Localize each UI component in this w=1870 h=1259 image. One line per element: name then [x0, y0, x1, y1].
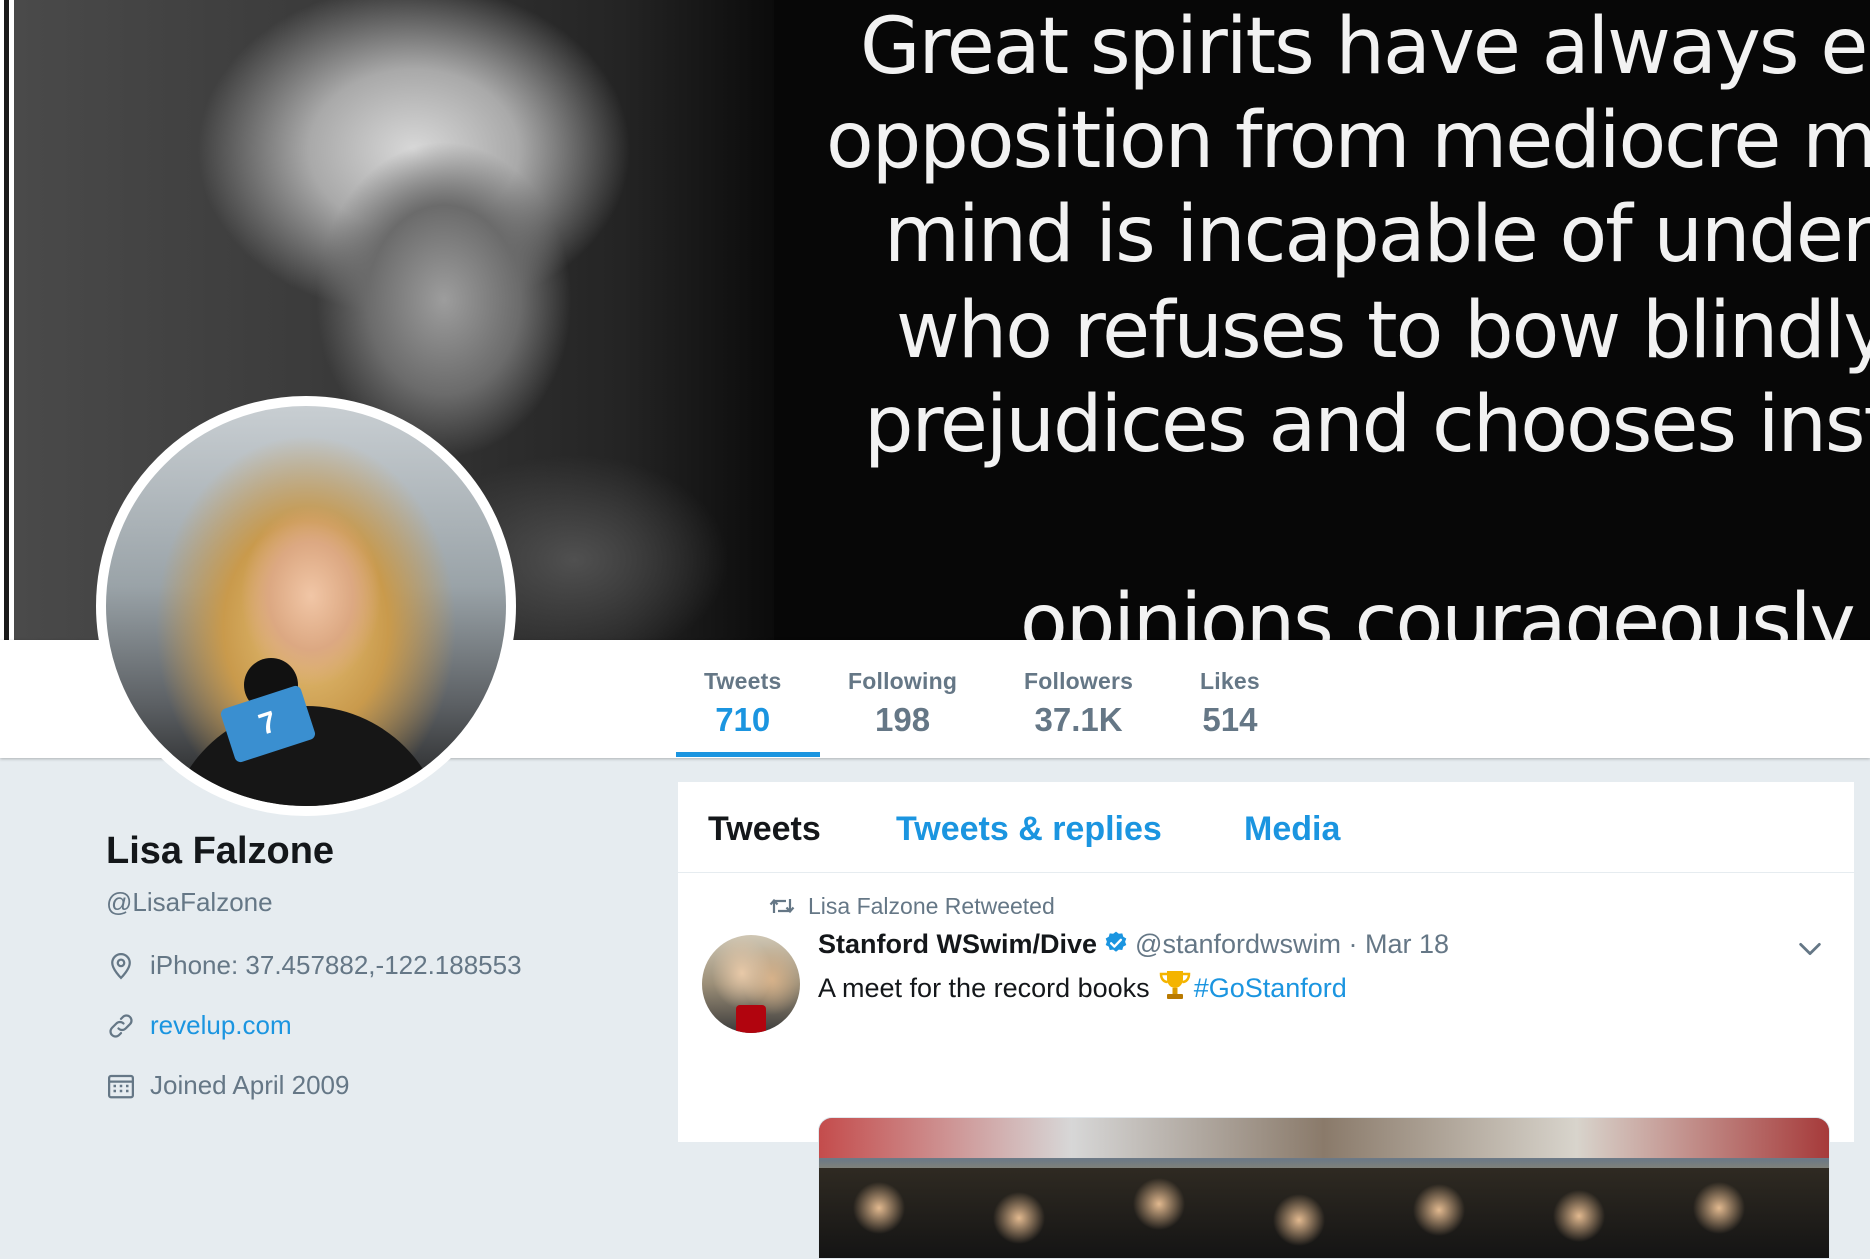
banner-quote-line: mind is incapable of underst	[884, 190, 1870, 280]
tweet-header: Stanford WSwim/Dive @stanfordwswim · Mar…	[818, 929, 1449, 960]
profile-joined: Joined April 2009	[106, 1068, 626, 1102]
profile-handle[interactable]: @LisaFalzone	[106, 887, 626, 918]
tweet-separator: ·	[1348, 929, 1358, 959]
profile-website-link[interactable]: revelup.com	[150, 1010, 292, 1040]
tweet-text: A meet for the record books #GoStanford	[818, 969, 1347, 1004]
profile-website: revelup.com	[106, 1008, 626, 1042]
location-pin-icon	[111, 952, 131, 980]
chevron-down-icon[interactable]	[1796, 935, 1824, 963]
active-stat-indicator	[676, 752, 820, 757]
tweet-hashtag[interactable]: #GoStanford	[1194, 973, 1347, 1003]
stat-label: Followers	[1024, 668, 1134, 694]
banner-left-strip	[0, 0, 14, 640]
tweet-timestamp[interactable]: Mar 18	[1365, 929, 1449, 959]
profile-joined-text: Joined April 2009	[150, 1070, 350, 1100]
media-crowd	[819, 1168, 1829, 1258]
stat-value: 198	[875, 701, 931, 738]
timeline: Tweets Tweets & replies Media Lisa Falzo…	[678, 782, 1854, 1259]
media-ceiling	[819, 1118, 1829, 1158]
profile-avatar[interactable]: 7	[96, 396, 516, 816]
verified-badge-icon	[1105, 931, 1127, 952]
banner-quote-line: prejudices and chooses instea	[864, 380, 1870, 470]
link-icon	[109, 1014, 133, 1038]
calendar-icon	[108, 1074, 134, 1099]
retweet-icon	[769, 898, 795, 914]
profile-card: Lisa Falzone @LisaFalzone iPhone: 37.457…	[106, 830, 626, 1102]
stat-followers[interactable]: Followers 37.1K	[1024, 668, 1133, 739]
stat-value: 710	[715, 701, 771, 738]
banner-quote-line: opposition from mediocre min	[826, 96, 1870, 186]
retweet-context-text[interactable]: Lisa Falzone Retweeted	[808, 893, 1055, 919]
tweet-author-avatar[interactable]	[702, 935, 800, 1033]
banner-quote-line: who refuses to bow blindly	[896, 286, 1870, 376]
tab-media[interactable]: Media	[1244, 810, 1340, 849]
tweet-author-handle[interactable]: @stanfordwswim	[1135, 929, 1341, 959]
profile-location-text: iPhone: 37.457882,-122.188553	[150, 950, 522, 980]
tab-tweets-and-replies[interactable]: Tweets & replies	[896, 810, 1162, 849]
stat-value: 37.1K	[1034, 701, 1123, 738]
tweet-author-name[interactable]: Stanford WSwim/Dive	[818, 929, 1097, 959]
stat-likes[interactable]: Likes 514	[1200, 668, 1260, 739]
stat-value: 514	[1202, 701, 1258, 738]
stat-tweets[interactable]: Tweets 710	[704, 668, 781, 739]
timeline-tabs: Tweets Tweets & replies Media	[678, 782, 1854, 873]
trophy-icon	[1159, 971, 1190, 999]
stat-label: Likes	[1200, 668, 1260, 694]
banner-quote-panel: Great spirits have always enc opposition…	[774, 0, 1870, 640]
stat-label: Tweets	[704, 668, 782, 694]
tweet-media-photo[interactable]	[818, 1117, 1830, 1259]
retweet-context: Lisa Falzone Retweeted	[768, 893, 1055, 920]
stat-following[interactable]: Following 198	[848, 668, 957, 739]
tab-tweets[interactable]: Tweets	[708, 810, 821, 849]
tweet-text-body: A meet for the record books	[818, 973, 1150, 1003]
profile-name[interactable]: Lisa Falzone	[106, 830, 626, 873]
banner-quote-line: Great spirits have always enc	[860, 2, 1870, 92]
avatar-badge	[736, 1005, 766, 1033]
stat-label: Following	[848, 668, 958, 694]
profile-location: iPhone: 37.457882,-122.188553	[106, 948, 626, 982]
banner-quote-line: opinions courageously ar	[1020, 578, 1870, 640]
